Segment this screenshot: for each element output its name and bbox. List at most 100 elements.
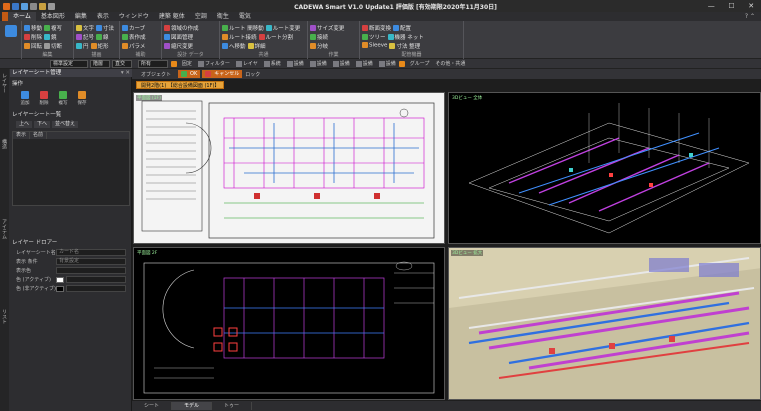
delete-button[interactable]: 削除 — [24, 33, 42, 41]
route-change-button[interactable]: ルート変更 — [265, 24, 300, 32]
layer-button[interactable]: レイヤ — [233, 60, 261, 67]
symbol-button[interactable]: 記号 — [76, 33, 94, 41]
route-connect-button[interactable]: ルート接続 — [222, 33, 257, 41]
line-button[interactable]: 線 — [96, 33, 109, 41]
copy-sheet-button[interactable]: 複写 — [56, 91, 70, 106]
help-icon[interactable]: ? ⌃ — [745, 13, 761, 20]
table-button[interactable]: 表作成 — [122, 33, 146, 41]
print-icon[interactable] — [30, 2, 37, 10]
vtab-structure[interactable]: 構造 — [1, 139, 8, 149]
column-visible[interactable]: 表示 — [13, 132, 31, 139]
curve-button[interactable]: カーブ — [122, 24, 145, 32]
connect-button[interactable]: 接続 — [310, 33, 328, 41]
detail-button[interactable]: 詳細 — [247, 42, 266, 50]
display-color-field[interactable] — [56, 267, 126, 274]
move-button[interactable]: 移動 — [24, 24, 42, 32]
equipment-net-button[interactable]: 機器 ネット — [387, 33, 424, 41]
owner-combo[interactable]: 所有 — [138, 59, 168, 68]
facility-button-5[interactable]: 設備 — [376, 60, 399, 67]
active-color-field[interactable] — [66, 276, 126, 283]
display-condition-field[interactable]: 背景設定 — [56, 258, 126, 265]
copy-button[interactable]: 複写 — [44, 24, 62, 32]
facility-button-1[interactable]: 設備 — [284, 60, 307, 67]
inactive-color-field[interactable] — [66, 285, 126, 292]
viewport-3d-closeup[interactable]: 3Dビュー 拡大 — [448, 247, 761, 400]
sleeve-button[interactable]: Sleeve — [362, 42, 387, 49]
vtab-item[interactable]: アイテム — [1, 219, 8, 239]
ortho-combo[interactable]: 直交 — [112, 59, 132, 68]
sheet-list-table[interactable]: 表示 名前 — [12, 131, 130, 206]
rotate-button[interactable]: 回転 — [24, 42, 42, 50]
system-button[interactable]: 系統 — [261, 60, 284, 67]
viewport-plan-2f[interactable]: 平面図 2F — [133, 247, 445, 400]
size-change-button[interactable]: サイズ変更 — [310, 24, 344, 32]
redo-icon[interactable] — [48, 2, 55, 10]
lock-checkbox[interactable]: 固定 — [171, 60, 195, 67]
tab-hvac[interactable]: 空調 — [190, 12, 212, 21]
text-button[interactable]: 文字 — [76, 24, 94, 32]
tab-view[interactable]: 表示 — [92, 12, 114, 21]
layer-combo[interactable]: 階層 — [90, 59, 110, 68]
document-tab[interactable]: 開発2階(1) 【総合設備図面 (1F)】 — [136, 81, 225, 89]
goto-button[interactable]: へ移動 — [222, 42, 246, 50]
sheet-name-field[interactable]: カード名 — [56, 249, 126, 256]
scale-button[interactable]: 縮尺変更 — [164, 42, 193, 50]
select-button[interactable] — [2, 23, 20, 49]
tree-button[interactable]: ツリー — [362, 33, 386, 41]
facility-button-4[interactable]: 設備 — [353, 60, 376, 67]
tab-edit[interactable]: 編集 — [70, 12, 92, 21]
maximize-button[interactable]: ☐ — [728, 2, 734, 10]
filter-button[interactable]: フィルター — [195, 60, 233, 67]
facility-button-2[interactable]: 設備 — [307, 60, 330, 67]
route-split-button[interactable]: ルート分割 — [258, 33, 293, 41]
tab-home[interactable]: ホーム — [8, 12, 36, 21]
tab-other[interactable]: トゥー — [212, 402, 253, 410]
undo-icon[interactable] — [39, 2, 46, 10]
region-button[interactable]: 領域の作成 — [164, 24, 199, 32]
move-up-button[interactable]: 上へ — [16, 121, 33, 128]
minimize-button[interactable]: — — [708, 2, 715, 10]
inactive-color-swatch[interactable] — [56, 285, 64, 292]
move-down-button[interactable]: 下へ — [34, 121, 51, 128]
settings-combo[interactable]: 標準設定 — [50, 59, 88, 68]
tab-architecture[interactable]: 建築 躯体 — [154, 12, 190, 21]
tab-window[interactable]: ウィンドウ — [114, 12, 154, 21]
rectangle-button[interactable]: 矩形 — [90, 42, 109, 50]
group-checkbox[interactable]: グループ — [398, 60, 433, 67]
close-button[interactable]: ✕ — [748, 2, 754, 10]
tab-plumbing[interactable]: 衛生 — [212, 12, 234, 21]
param-button[interactable]: パラメ — [122, 42, 145, 50]
vtab-list[interactable]: リスト — [1, 309, 8, 324]
tab-sheet[interactable]: シート — [132, 402, 173, 410]
app-logo-icon[interactable] — [3, 2, 10, 10]
save-icon[interactable] — [21, 2, 28, 10]
section-convert-button[interactable]: 断面変換 — [362, 24, 391, 32]
add-sheet-button[interactable]: 追加 — [18, 91, 32, 106]
save-sheet-button[interactable]: 保存 — [75, 91, 89, 106]
new-icon[interactable] — [12, 2, 19, 10]
facility-button-3[interactable]: 設備 — [330, 60, 353, 67]
place-button[interactable]: 配置 — [393, 24, 411, 32]
delete-sheet-button[interactable]: 削除 — [37, 91, 51, 106]
sort-button[interactable]: 並べ替え — [52, 121, 79, 128]
other-common-button[interactable]: その他・共通 — [432, 60, 468, 67]
dimension-button[interactable]: 寸法 — [96, 24, 114, 32]
dimension-tidy-button[interactable]: 寸法 整理 — [389, 42, 420, 50]
vtab-layer[interactable]: レイヤー — [1, 73, 8, 93]
route-move-button[interactable]: ルート 間移動 — [222, 24, 264, 32]
mirror-button[interactable]: 鏡 — [44, 33, 57, 41]
viewport-3d-overview[interactable]: 3Dビュー 全体 — [448, 92, 761, 244]
ok-button[interactable]: OK — [178, 70, 201, 78]
circle-button[interactable]: 円 — [76, 42, 89, 50]
tab-model[interactable]: モデル — [172, 402, 213, 410]
tab-electrical[interactable]: 電気 — [234, 12, 256, 21]
drawing-manage-button[interactable]: 図面管理 — [164, 33, 193, 41]
cancel-button[interactable]: キャンセル — [202, 70, 243, 78]
cut-button[interactable]: 切断 — [44, 42, 62, 50]
active-color-swatch[interactable] — [56, 276, 64, 283]
pin-icon[interactable]: ▾ ✕ — [121, 69, 132, 77]
viewport-plan-1f[interactable]: 平面図 (1F) — [133, 92, 445, 244]
tab-basic-shapes[interactable]: 基本図形 — [36, 12, 70, 21]
branch-button[interactable]: 分岐 — [310, 42, 328, 50]
column-name[interactable]: 名前 — [30, 132, 48, 139]
